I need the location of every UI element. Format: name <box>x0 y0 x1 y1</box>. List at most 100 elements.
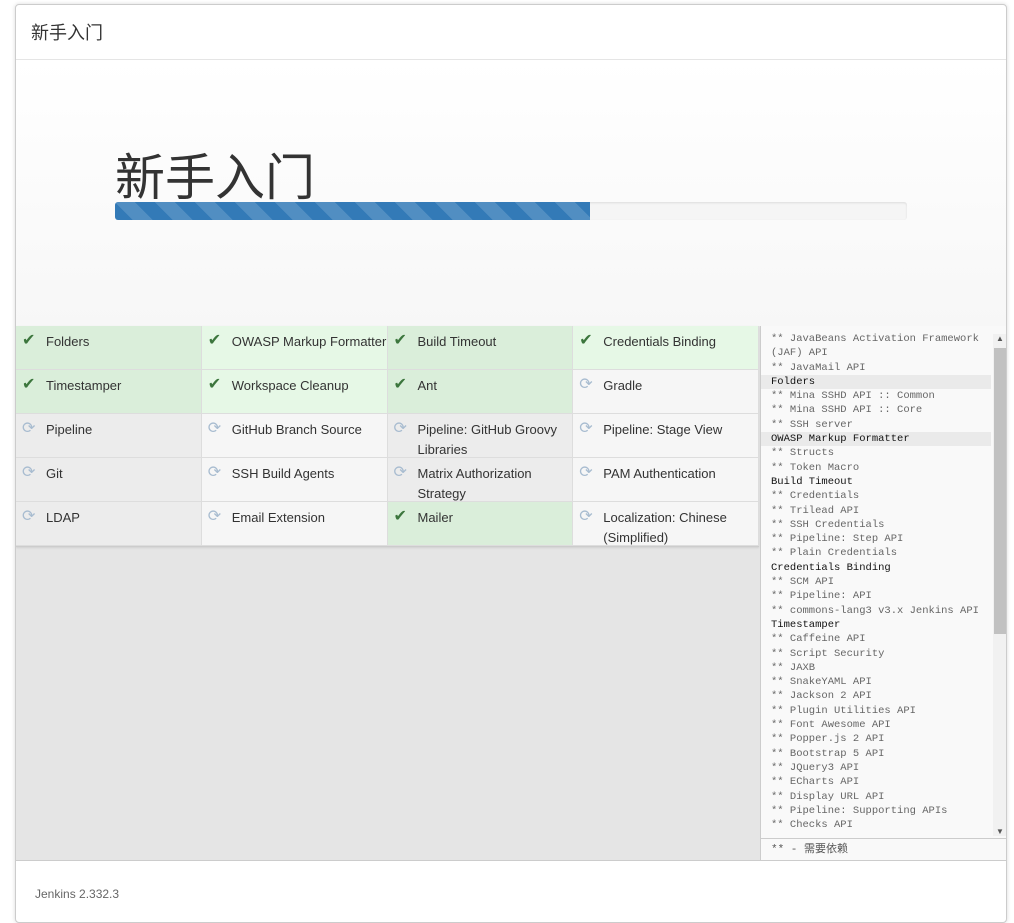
dialog-header: 新手入门 <box>16 5 1006 60</box>
dependency-legend: ** - 需要依赖 <box>761 838 1006 860</box>
refresh-icon: ⟳ <box>579 376 593 393</box>
plugin-name: PAM Authentication <box>603 466 716 481</box>
plugin-name: Gradle <box>603 378 643 393</box>
plugin-cell: ⟳ Git <box>16 458 202 502</box>
plugin-name: Timestamper <box>46 378 122 393</box>
log-dependency-line: ** JavaBeans Activation Framework (JAF) … <box>771 333 979 360</box>
log-plugin-line: Credentials Binding <box>771 561 891 574</box>
plugin-name: Matrix Authorization Strategy <box>417 466 532 501</box>
plugin-name: Email Extension <box>231 510 325 525</box>
scroll-down-icon[interactable]: ▼ <box>993 827 1006 836</box>
log-dependency-line: ** Mina SSHD API :: Core <box>771 404 923 417</box>
plugin-cell: ⟳ Pipeline: Stage View <box>573 414 759 458</box>
check-icon: ✔ <box>393 376 407 393</box>
log-dependency-line: ** Token Macro <box>771 461 860 474</box>
plugin-cell: ✔ OWASP Markup Formatter <box>201 326 388 370</box>
refresh-icon: ⟳ <box>393 420 407 437</box>
plugin-cell: ✔ Workspace Cleanup <box>201 370 388 414</box>
plugin-cell: ⟳ SSH Build Agents <box>201 458 388 502</box>
log-dependency-line: ** Structs <box>771 447 835 460</box>
refresh-icon: ⟳ <box>22 508 36 525</box>
plugin-cell: ⟳ PAM Authentication <box>573 458 759 502</box>
refresh-icon: ⟳ <box>22 420 36 437</box>
plugin-name: Mailer <box>417 510 453 525</box>
log-dependency-line: ** Bootstrap 5 API <box>771 747 885 760</box>
log-dependency-line: ** JAXB <box>771 661 816 674</box>
log-dependency-line: ** SCM API <box>771 576 835 589</box>
check-icon: ✔ <box>207 332 222 349</box>
page-title: 新手入门 <box>115 150 315 206</box>
plugin-cell: ✔ Ant <box>387 370 574 414</box>
plugin-name: Ant <box>417 378 438 393</box>
install-progress-bar <box>115 202 907 220</box>
log-plugin-line: Timestamper <box>771 618 841 631</box>
log-scrollbar[interactable]: ▲ ▼ <box>993 334 1006 836</box>
log-plugin-line: Build Timeout <box>771 475 853 488</box>
plugin-cell: ⟳ Gradle <box>573 370 759 414</box>
plugin-name: Localization: Chinese (Simplified) <box>603 510 727 545</box>
refresh-icon: ⟳ <box>579 420 593 437</box>
log-dependency-line: ** ECharts API <box>771 776 860 789</box>
log-dependency-line: ** Jackson 2 API <box>771 690 872 703</box>
check-icon: ✔ <box>393 508 407 525</box>
plugin-name: Credentials Binding <box>603 334 716 349</box>
plugin-name: SSH Build Agents <box>231 466 335 481</box>
plugin-cell: ⟳ Localization: Chinese (Simplified) <box>573 502 759 546</box>
plugin-cell: ✔ Mailer <box>387 502 574 546</box>
install-log: ** JavaBeans Activation Framework (JAF) … <box>760 326 1006 860</box>
plugin-name: OWASP Markup Formatter <box>231 334 387 349</box>
plugin-name: Build Timeout <box>417 334 497 349</box>
log-plugin-line: Folders <box>761 374 991 390</box>
log-dependency-line: ** Mina SSHD API :: Common <box>771 390 935 403</box>
plugin-name: Pipeline <box>46 422 93 437</box>
dialog-title: 新手入门 <box>31 23 103 43</box>
plugin-grid: ✔ Folders ✔ OWASP Markup Formatter ✔ Build Ti… <box>16 326 759 547</box>
plugin-cell: ⟳ LDAP <box>16 502 202 546</box>
log-dependency-line: ** Plain Credentials <box>771 547 898 560</box>
log-dependency-line: ** Popper.js 2 API <box>771 733 885 746</box>
log-dependency-line: ** commons-lang3 v3.x Jenkins API <box>771 604 979 617</box>
plugin-name: Pipeline: Stage View <box>603 422 723 437</box>
refresh-icon: ⟳ <box>579 464 593 481</box>
refresh-icon: ⟳ <box>207 508 222 525</box>
plugin-cell: ✔ Build Timeout <box>387 326 574 370</box>
check-icon: ✔ <box>22 332 36 349</box>
plugin-cell: ✔ Timestamper <box>16 370 202 414</box>
plugin-name: LDAP <box>46 510 80 525</box>
log-dependency-line: ** Pipeline: Supporting APIs <box>771 804 948 817</box>
jenkins-version: Jenkins 2.332.3 <box>35 887 120 901</box>
plugin-name: GitHub Branch Source <box>231 422 362 437</box>
log-dependency-line: ** SSH Credentials <box>771 518 885 531</box>
log-dependency-line: ** Pipeline: API <box>771 590 872 603</box>
plugin-cell: ✔ Credentials Binding <box>573 326 759 370</box>
plugin-cell: ⟳ Pipeline <box>16 414 202 458</box>
progress-section: 新手入门 <box>16 60 1006 327</box>
log-dependency-line: ** JQuery3 API <box>771 761 860 774</box>
log-dependency-line: ** Script Security <box>771 647 885 660</box>
log-dependency-line: ** Font Awesome API <box>771 719 891 732</box>
install-body: ✔ Folders ✔ OWASP Markup Formatter ✔ Build Ti… <box>16 326 1006 861</box>
check-icon: ✔ <box>579 332 593 349</box>
log-dependency-line: ** JavaMail API <box>771 361 866 374</box>
plugin-name: Folders <box>46 334 90 349</box>
log-dependency-line: ** SnakeYAML API <box>771 676 872 689</box>
refresh-icon: ⟳ <box>22 464 36 481</box>
log-dependency-line: ** Plugin Utilities API <box>771 704 916 717</box>
log-dependency-line: ** Trilead API <box>771 504 860 517</box>
check-icon: ✔ <box>393 332 407 349</box>
plugin-cell: ⟳ Matrix Authorization Strategy <box>387 458 574 502</box>
plugin-name: Workspace Cleanup <box>231 378 349 393</box>
plugin-cell: ✔ Folders <box>16 326 202 370</box>
refresh-icon: ⟳ <box>207 420 222 437</box>
log-plugin-line: OWASP Markup Formatter <box>761 432 991 447</box>
scroll-up-icon[interactable]: ▲ <box>993 334 1006 343</box>
log-lines: ** JavaBeans Activation Framework (JAF) … <box>761 332 991 838</box>
refresh-icon: ⟳ <box>393 464 407 481</box>
refresh-icon: ⟳ <box>207 464 222 481</box>
plugin-name: Git <box>46 466 63 481</box>
footer: Jenkins 2.332.3 <box>16 861 1006 922</box>
plugin-cell: ⟳ Pipeline: GitHub Groovy Libraries <box>387 414 574 458</box>
log-dependency-line: ** Checks API <box>771 819 853 832</box>
log-dependency-line: ** Display URL API <box>771 790 885 803</box>
scroll-thumb[interactable] <box>994 348 1006 634</box>
